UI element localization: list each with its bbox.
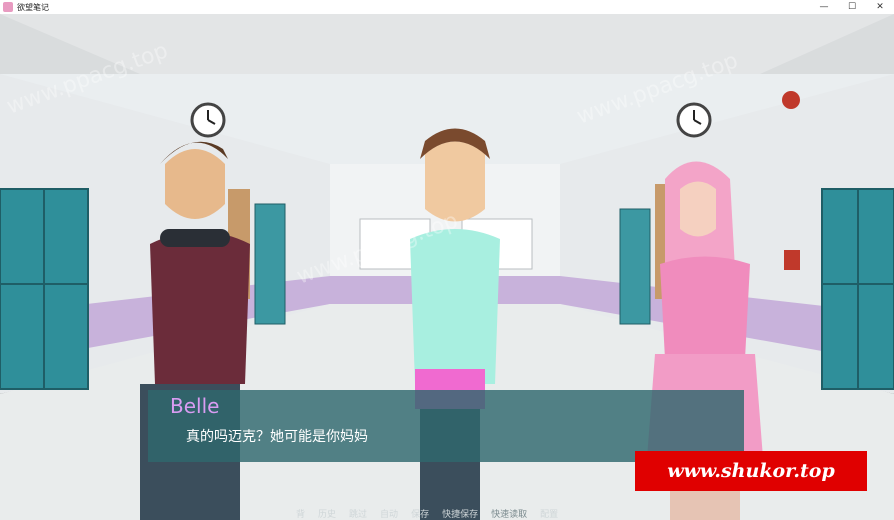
speaker-name: Belle: [170, 394, 220, 418]
quick-menu-back[interactable]: 背: [296, 507, 305, 520]
quick-menu-skip[interactable]: 跳过: [349, 507, 367, 520]
game-window: 欲望笔记 — ☐ ✕ www.ppacg.top www.ppacg.top w…: [0, 0, 894, 520]
title-bar: 欲望笔记 — ☐ ✕: [0, 0, 894, 14]
fire-alarm-icon: [784, 250, 800, 270]
quick-menu-save[interactable]: 保存: [411, 507, 429, 520]
quick-menu-history[interactable]: 历史: [318, 507, 336, 520]
close-button[interactable]: ✕: [866, 0, 894, 14]
window-title: 欲望笔记: [17, 2, 49, 12]
quick-menu: 背 历史 跳过 自动 保存 快捷保存 快速读取 配置: [296, 507, 571, 520]
watermark-banner: www.shukor.top: [635, 451, 867, 491]
quick-menu-auto[interactable]: 自动: [380, 507, 398, 520]
clock-left-icon: [190, 102, 226, 138]
dialogue-text: 真的吗迈克？她可能是你妈妈: [186, 429, 368, 445]
clock-right-icon: [676, 102, 712, 138]
maximize-button[interactable]: ☐: [838, 0, 866, 14]
watermark-banner-text: www.shukor.top: [667, 460, 835, 482]
quick-menu-quick-save[interactable]: 快捷保存: [442, 507, 478, 520]
alarm-bell-icon: [782, 91, 800, 109]
quick-menu-preferences[interactable]: 配置: [540, 507, 558, 520]
window-controls: — ☐ ✕: [810, 0, 894, 14]
app-icon: [3, 2, 13, 12]
quick-menu-quick-load[interactable]: 快速读取: [491, 507, 527, 520]
minimize-button[interactable]: —: [810, 0, 838, 14]
